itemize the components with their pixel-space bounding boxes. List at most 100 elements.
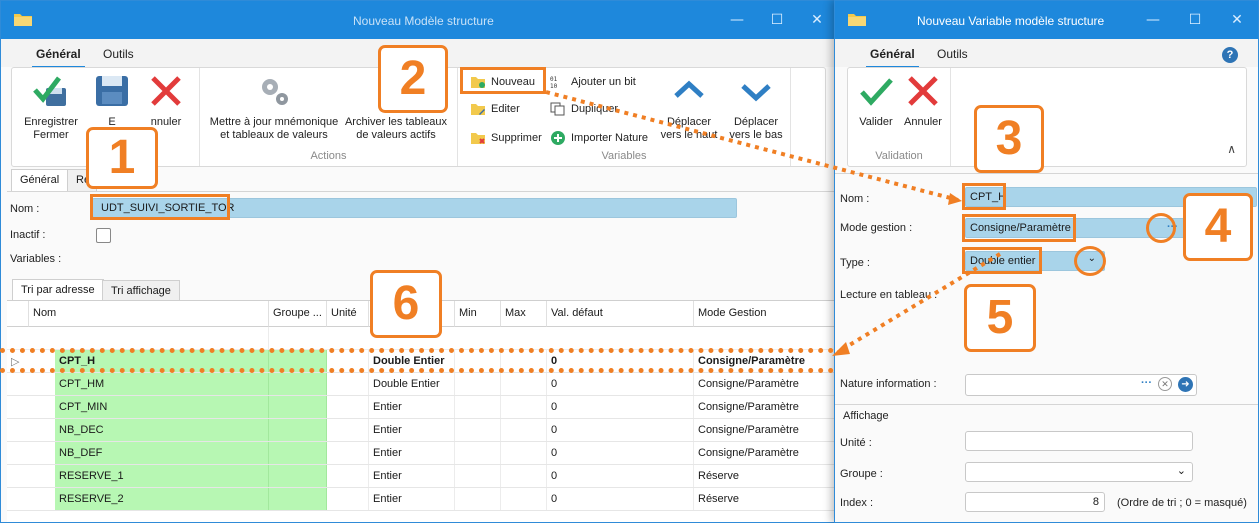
chevron-down-icon [737, 72, 775, 110]
plus-circle-icon [550, 131, 566, 145]
table-label: Lecture en tableau : [840, 289, 938, 301]
svg-text:01: 01 [550, 76, 558, 83]
tab-tools[interactable]: Outils [937, 47, 968, 61]
bits-icon: 01 10 [550, 75, 566, 90]
floppy-icon [93, 72, 131, 110]
minimize-button[interactable]: — [717, 7, 757, 33]
help-icon[interactable]: ? [1222, 47, 1238, 63]
cancel-button[interactable]: nnuler [142, 72, 190, 129]
chevron-down-icon[interactable]: ⌄ [1088, 253, 1096, 264]
update-mnemonic-button[interactable]: Mettre à jour mnémonique et tableaux de … [208, 72, 340, 142]
left-titlebar[interactable]: Nouveau Modèle structure — ☐ ✕ [1, 1, 837, 39]
form-tab-general[interactable]: Général [11, 169, 69, 191]
name-input[interactable]: CPT_H [965, 187, 1257, 207]
ribbon-group-file: Enregistrer Fermer E nnuler V [12, 68, 200, 166]
gears-icon [255, 72, 293, 110]
table-row[interactable]: CPT_HM Double Entier 0 Consigne/Paramètre [7, 373, 837, 396]
ribbon-tabs: Général Outils ? [835, 39, 1258, 68]
cell-group [269, 350, 327, 372]
cell-mode: Réserve [694, 465, 837, 487]
grid-header-name[interactable]: Nom [29, 301, 269, 327]
inactive-checkbox[interactable] [96, 228, 111, 243]
form-tab-re[interactable]: Ré [67, 169, 97, 191]
cell-unit [327, 396, 369, 418]
grid-header-max[interactable]: Max [501, 301, 547, 327]
cell-min [455, 465, 501, 487]
cell-type: Double Entier [369, 373, 455, 395]
type-label: Type : [840, 257, 870, 269]
tab-sort-display[interactable]: Tri affichage [102, 280, 180, 301]
table-row[interactable]: RESERVE_1 Entier 0 Réserve [7, 465, 837, 488]
index-label: Index : [840, 497, 874, 509]
clear-icon[interactable]: ✕ [1158, 377, 1172, 391]
grid-filter-row[interactable] [7, 327, 837, 350]
cell-default: 0 [547, 350, 694, 372]
edit-variable-button[interactable]: Editer [470, 99, 520, 119]
minimize-button[interactable]: — [1133, 7, 1173, 33]
close-button[interactable]: ✕ [1217, 7, 1257, 33]
name-input[interactable]: UDT_SUIVI_SORTIE_TOR [92, 198, 737, 218]
tab-general[interactable]: Général [32, 47, 85, 68]
import-nature-button[interactable]: Importer Nature [550, 128, 648, 148]
duplicate-button[interactable]: Dupliquer [550, 99, 618, 119]
tab-tools[interactable]: Outils [103, 47, 134, 61]
cell-unit [327, 465, 369, 487]
grid-header-group[interactable]: Groupe ... [269, 301, 327, 327]
maximize-button[interactable]: ☐ [1175, 7, 1215, 33]
chevron-down-icon[interactable]: ⌄ [1177, 464, 1186, 477]
table-row[interactable]: NB_DEC Entier 0 Consigne/Paramètre [7, 419, 837, 442]
move-down-label: Déplacer vers le bas [729, 116, 783, 141]
validate-button[interactable]: Valider [854, 72, 898, 129]
grid-header-min[interactable]: Min [455, 301, 501, 327]
grid-header-default[interactable]: Val. défaut [547, 301, 694, 327]
ribbon: Enregistrer Fermer E nnuler V Mettre à j… [11, 67, 826, 167]
delete-variable-button[interactable]: Supprimer [470, 128, 542, 148]
grid-header-marker [7, 301, 29, 327]
move-down-button[interactable]: Déplacer vers le bas [724, 72, 788, 142]
type-select[interactable]: Double entier ⌄ [965, 251, 1105, 271]
tab-sort-address[interactable]: Tri par adresse [12, 279, 104, 301]
ellipsis-icon[interactable]: ··· [1141, 377, 1152, 389]
ellipsis-icon[interactable]: ··· [1167, 221, 1178, 233]
ribbon-tabs: Général Outils [1, 39, 837, 68]
table-row[interactable]: NB_DEF Entier 0 Consigne/Paramètre [7, 442, 837, 465]
save-close-button[interactable]: Enregistrer Fermer [16, 72, 86, 142]
index-value: 8 [1092, 496, 1099, 508]
group-label-variables: Variables [601, 150, 647, 162]
grid-header-unit[interactable]: Unité [327, 301, 369, 327]
save-button[interactable]: E [92, 72, 132, 129]
new-variable-button[interactable]: Nouveau [470, 72, 535, 92]
table-row[interactable]: RESERVE_2 Entier 0 Réserve [7, 488, 837, 511]
ribbon-group-variables: Nouveau Editer Supprimer 01 10 Ajouter un… [458, 68, 791, 166]
group-select[interactable]: ⌄ [965, 462, 1193, 482]
close-button[interactable]: ✕ [797, 7, 837, 33]
folder-icon [848, 14, 866, 26]
nature-input[interactable]: ··· ✕ ➜ [965, 374, 1197, 396]
cross-icon [904, 72, 942, 110]
grid-header-mode[interactable]: Mode Gestion [694, 301, 837, 327]
move-up-button[interactable]: Déplacer vers le haut [656, 72, 722, 142]
index-input[interactable]: 8 [965, 492, 1105, 512]
right-divider [835, 173, 1258, 174]
chevron-up-icon[interactable]: ∧ [1227, 142, 1236, 156]
display-section-label: Affichage [843, 410, 889, 422]
arrow-right-icon[interactable]: ➜ [1178, 377, 1193, 392]
cancel-button[interactable]: Annuler [900, 72, 946, 129]
filter-cell[interactable] [29, 327, 269, 349]
mode-input[interactable]: Consigne/Paramètre ··· [965, 218, 1185, 238]
table-row[interactable]: ▷ CPT_H Double Entier 0 Consigne/Paramètre [7, 350, 837, 373]
unit-input[interactable] [965, 431, 1193, 451]
maximize-button[interactable]: ☐ [757, 7, 797, 33]
cell-min [455, 442, 501, 464]
cell-group [269, 419, 327, 441]
add-bit-button[interactable]: 01 10 Ajouter un bit [550, 72, 636, 92]
archive-tables-button[interactable]: Archiver les tableaux de valeurs actifs [340, 72, 452, 142]
update-mnemonic-label: Mettre à jour mnémonique et tableaux de … [209, 116, 339, 141]
inactive-label: Inactif : [10, 229, 46, 241]
right-titlebar[interactable]: Nouveau Variable modèle structure — ☐ ✕ [835, 1, 1258, 39]
tab-general[interactable]: Général [866, 47, 919, 68]
folder-icon [14, 14, 32, 26]
cell-group [269, 396, 327, 418]
table-row[interactable]: CPT_MIN Entier 0 Consigne/Paramètre [7, 396, 837, 419]
grid-header-type[interactable] [369, 301, 455, 327]
